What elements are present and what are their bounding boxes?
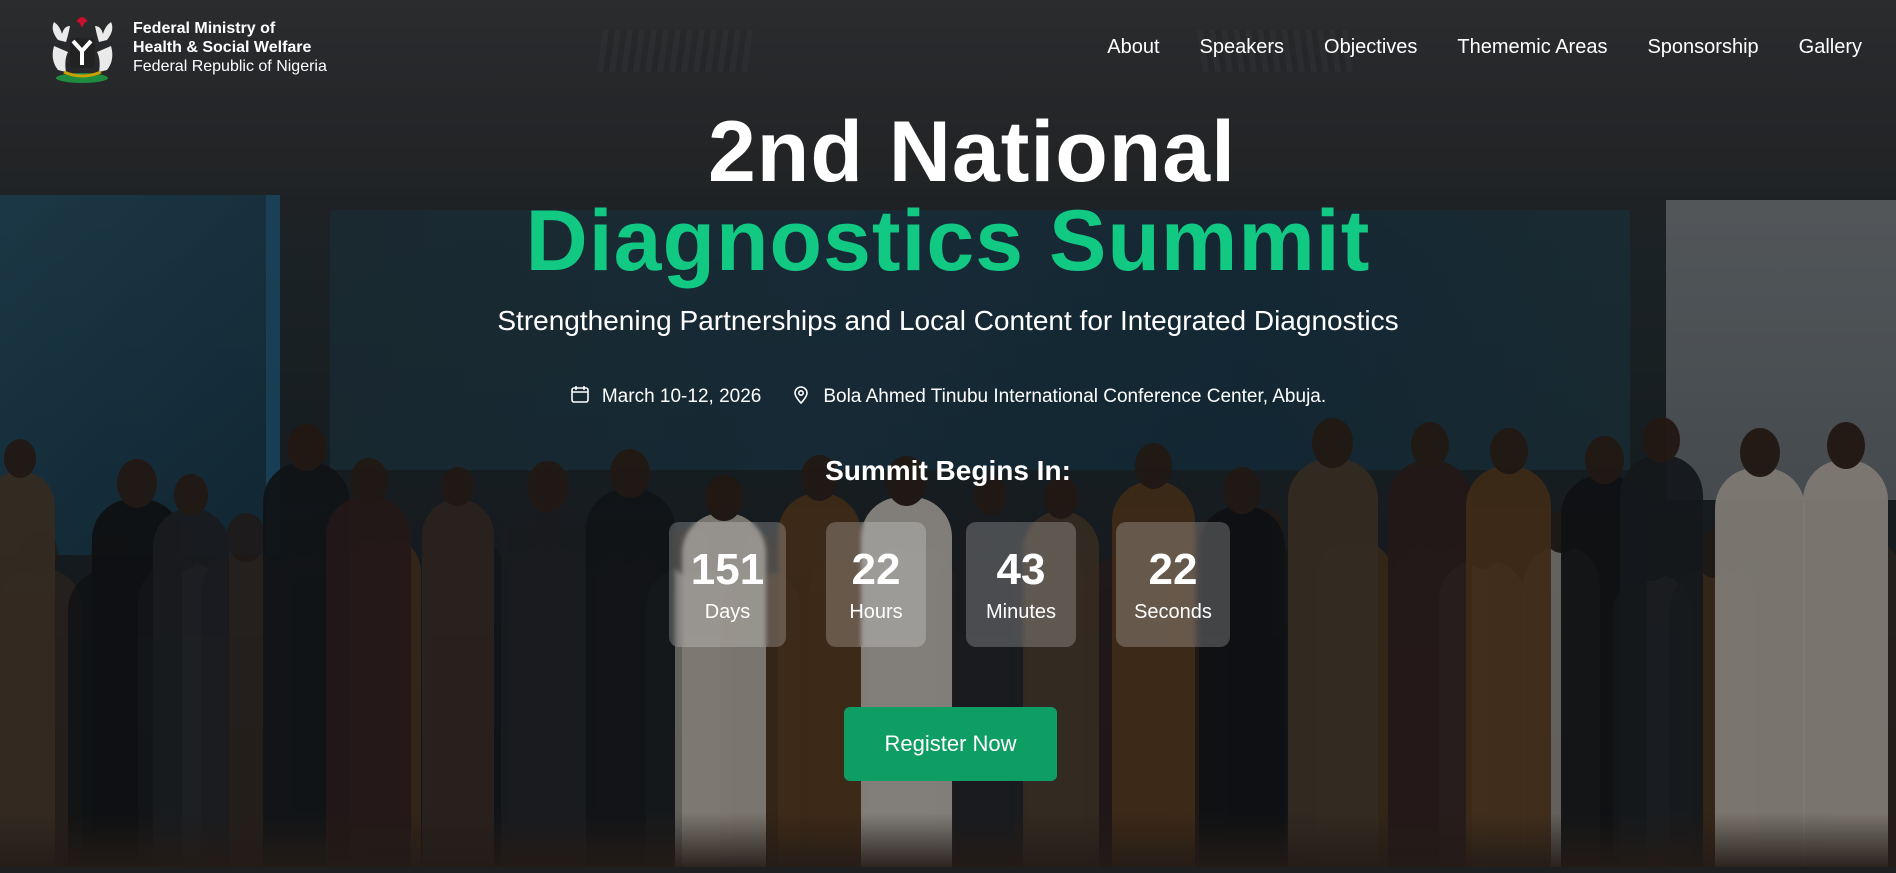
brand-line-2: Health & Social Welfare — [133, 39, 312, 56]
nav-speakers[interactable]: Speakers — [1200, 36, 1285, 59]
location-pin-icon — [791, 384, 811, 410]
countdown-value: 151 — [690, 545, 765, 594]
event-venue: Bola Ahmed Tinubu International Conferen… — [791, 384, 1326, 410]
event-date: March 10-12, 2026 — [570, 384, 762, 410]
countdown-value: 22 — [851, 545, 901, 594]
nav-objectives[interactable]: Objectives — [1324, 36, 1417, 59]
countdown-heading: Summit Begins In: — [825, 455, 1071, 486]
nav-about[interactable]: About — [1107, 36, 1159, 59]
brand-line-1: Federal Ministry of — [133, 20, 276, 37]
nav-gallery[interactable]: Gallery — [1799, 36, 1862, 59]
brand-line-3: Federal Republic of Nigeria — [133, 58, 327, 75]
event-meta: March 10-12, 2026 Bola Ahmed Tinubu Inte… — [0, 384, 1896, 410]
site-header: Federal Ministry of Health & Social Welf… — [0, 0, 1896, 95]
countdown-label: Days — [704, 601, 751, 623]
countdown-minutes: 43 Minutes — [966, 522, 1076, 647]
hero-title-line-1: 2nd National — [707, 104, 1237, 200]
page-bottom-edge — [0, 867, 1896, 873]
event-date-text: March 10-12, 2026 — [601, 386, 762, 407]
countdown-label: Hours — [849, 601, 903, 623]
hero-subtitle: Strengthening Partnerships and Local Con… — [497, 305, 1399, 336]
calendar-icon — [570, 384, 590, 410]
countdown-seconds: 22 Seconds — [1116, 522, 1230, 647]
countdown-label: Minutes — [985, 601, 1057, 623]
countdown-value: 22 — [1148, 545, 1198, 594]
countdown-hours: 22 Hours — [826, 522, 926, 647]
main-nav: About Speakers Objectives Thememic Areas… — [1107, 36, 1862, 59]
event-venue-text: Bola Ahmed Tinubu International Conferen… — [823, 386, 1327, 407]
coat-of-arms-logo — [40, 10, 125, 85]
nav-thematic-areas[interactable]: Thememic Areas — [1457, 36, 1607, 59]
register-now-button[interactable]: Register Now — [844, 707, 1057, 781]
countdown-timer: 151 Days 22 Hours 43 Minutes 22 Seconds — [669, 522, 1230, 647]
countdown-label: Seconds — [1134, 601, 1212, 623]
countdown-days: 151 Days — [669, 522, 786, 647]
countdown-value: 43 — [996, 545, 1046, 594]
hero-title-line-2: Diagnostics Summit — [525, 193, 1371, 289]
brand[interactable]: Federal Ministry of Health & Social Welf… — [40, 10, 327, 85]
nav-sponsorship[interactable]: Sponsorship — [1647, 36, 1758, 59]
